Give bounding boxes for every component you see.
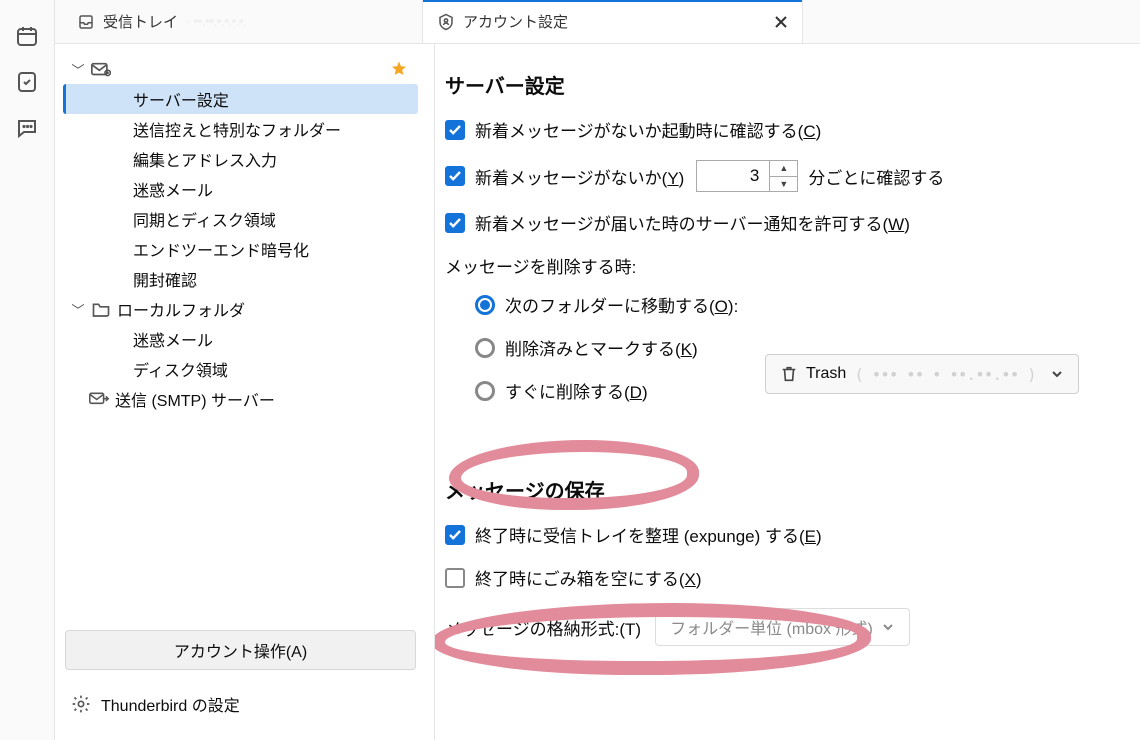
accounts-sidebar: ﹀ サーバー設定 送信控えと特別なフォルダー 編集とアドレス入力 迷惑メール 同… <box>55 44 435 740</box>
radio-mark-label: 削除済みとマークする(K) <box>505 335 698 360</box>
sidebar-item-local-junk[interactable]: 迷惑メール <box>63 324 418 354</box>
outgoing-icon <box>89 390 109 408</box>
check-every-checkbox[interactable] <box>445 166 465 186</box>
sidebar-item-receipts[interactable]: 開封確認 <box>63 264 418 294</box>
redacted-text: ( ••• •• • ••.••.•• ) <box>854 365 1035 384</box>
stepper-up-icon[interactable]: ▲ <box>770 161 797 177</box>
storage-heading: メッセージの保存 <box>445 475 1110 504</box>
stepper-down-icon[interactable]: ▼ <box>770 177 797 192</box>
sidebar-item-smtp[interactable]: 送信 (SMTP) サーバー <box>63 384 418 414</box>
chat-icon[interactable] <box>15 116 39 140</box>
radio-move-label: 次のフォルダーに移動する(O): <box>505 292 738 317</box>
radio-mark-deleted[interactable] <box>475 338 495 358</box>
trash-folder-picker[interactable]: Trash ( ••• •• • ••.••.•• ) <box>765 354 1079 394</box>
sidebar-item-server[interactable]: サーバー設定 <box>63 84 418 114</box>
account-actions-button[interactable]: アカウント操作(A) <box>65 630 416 670</box>
sidebar-item-local-disk[interactable]: ディスク領域 <box>63 354 418 384</box>
account-icon <box>437 13 455 31</box>
sidebar-item-copies[interactable]: 送信控えと特別なフォルダー <box>63 114 418 144</box>
mail-account-icon <box>91 60 111 78</box>
check-interval-stepper[interactable]: ▲ ▼ <box>770 160 798 192</box>
folder-icon <box>91 300 111 318</box>
close-icon[interactable] <box>774 15 788 29</box>
server-settings-pane: サーバー設定 新着メッセージがないか起動時に確認する(C) 新着メッセージがない… <box>435 44 1140 740</box>
tab-bar: 受信トレイ - ••.••.•.•.•.•. アカウント設定 <box>55 0 1140 44</box>
trash-icon <box>780 365 798 383</box>
allow-notify-label: 新着メッセージが届いた時のサーバー通知を許可する(W) <box>475 210 910 235</box>
check-startup-label: 新着メッセージがないか起動時に確認する(C) <box>475 117 821 142</box>
server-settings-heading: サーバー設定 <box>445 70 1110 99</box>
store-format-label: メッセージの格納形式:(T) <box>445 615 641 640</box>
radio-now-label: すぐに削除する(D) <box>505 378 648 403</box>
tab-inbox[interactable]: 受信トレイ - ••.••.•.•.•.•. <box>63 0 423 43</box>
star-icon[interactable] <box>390 60 408 78</box>
tab-inbox-label: 受信トレイ <box>103 11 178 32</box>
empty-trash-checkbox[interactable] <box>445 568 465 588</box>
store-format-select[interactable]: フォルダー単位 (mbox 形式) <box>655 608 910 646</box>
allow-notify-checkbox[interactable] <box>445 213 465 233</box>
sidebar-item-sync[interactable]: 同期とディスク領域 <box>63 204 418 234</box>
check-interval-input[interactable]: 3 <box>696 160 770 192</box>
check-startup-checkbox[interactable] <box>445 120 465 140</box>
chevron-down-icon: ﹀ <box>71 300 85 319</box>
chevron-down-icon <box>881 620 895 634</box>
radio-move-folder[interactable] <box>475 295 495 315</box>
account-root-row[interactable]: ﹀ <box>63 54 418 84</box>
tab-account-label: アカウント設定 <box>463 11 568 32</box>
expunge-checkbox[interactable] <box>445 525 465 545</box>
sidebar-item-composition[interactable]: 編集とアドレス入力 <box>63 144 418 174</box>
sidebar-item-e2e[interactable]: エンドツーエンド暗号化 <box>63 234 418 264</box>
trash-folder-name: Trash <box>806 365 846 383</box>
inbox-icon <box>77 13 95 31</box>
thunderbird-settings-link[interactable]: Thunderbird の設定 <box>63 682 418 724</box>
check-every-suffix: 分ごとに確認する <box>808 164 944 189</box>
redacted-text: - ••.••.•.•.•.•. <box>186 13 246 30</box>
check-every-label: 新着メッセージがないか(Y) <box>475 164 684 189</box>
tasks-icon[interactable] <box>15 70 39 94</box>
vertical-rail <box>0 0 55 740</box>
chevron-down-icon <box>1050 367 1064 381</box>
gear-icon <box>71 694 91 714</box>
empty-trash-label: 終了時にごみ箱を空にする(X) <box>475 565 702 590</box>
delete-when-label: メッセージを削除する時: <box>445 253 1110 278</box>
calendar-icon[interactable] <box>15 24 39 48</box>
radio-delete-now[interactable] <box>475 381 495 401</box>
chevron-down-icon: ﹀ <box>71 60 85 79</box>
local-folders-row[interactable]: ﹀ ローカルフォルダ <box>63 294 418 324</box>
tab-account-settings[interactable]: アカウント設定 <box>423 0 803 43</box>
expunge-label: 終了時に受信トレイを整理 (expunge) する(E) <box>475 522 822 547</box>
sidebar-item-junk[interactable]: 迷惑メール <box>63 174 418 204</box>
